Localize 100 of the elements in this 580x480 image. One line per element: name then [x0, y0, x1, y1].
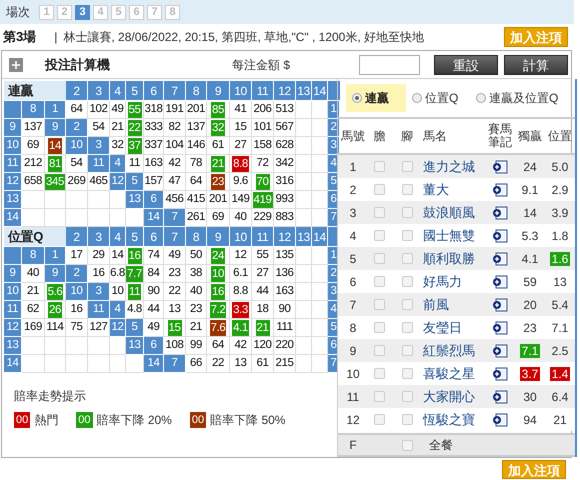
- odds-value[interactable]: 215: [276, 354, 294, 372]
- note-icon[interactable]: [492, 390, 508, 404]
- odds-value[interactable]: 17: [70, 246, 82, 264]
- odds-value[interactable]: 163: [276, 282, 294, 300]
- checkbox[interactable]: [402, 345, 412, 356]
- odds-value[interactable]: 567: [276, 118, 294, 136]
- odds-value[interactable]: 163: [144, 154, 162, 172]
- odds-value[interactable]: 99: [190, 336, 202, 354]
- checkbox[interactable]: [374, 299, 385, 310]
- checkbox[interactable]: [374, 253, 385, 264]
- odds-value[interactable]: 64: [70, 100, 82, 118]
- odds-value[interactable]: 15: [234, 118, 246, 136]
- checkbox[interactable]: [402, 253, 412, 264]
- odds-value[interactable]: 191: [166, 100, 184, 118]
- horse-name[interactable]: 紅鬃烈馬: [423, 342, 475, 358]
- odds-value[interactable]: 14: [112, 246, 124, 264]
- horse-name[interactable]: 進力之城: [423, 158, 475, 174]
- odds-value[interactable]: 42: [168, 154, 180, 172]
- note-icon[interactable]: [492, 182, 508, 196]
- odds-value[interactable]: 64: [212, 336, 224, 354]
- odds-value[interactable]: 18: [256, 300, 268, 318]
- odds-value[interactable]: 12: [234, 246, 246, 264]
- odds-value[interactable]: 169: [24, 318, 42, 336]
- checkbox[interactable]: [402, 391, 412, 402]
- odds-value[interactable]: 10: [112, 282, 124, 300]
- checkbox[interactable]: [402, 230, 412, 241]
- odds-value[interactable]: 4.8: [127, 300, 142, 318]
- odds-value[interactable]: 50: [190, 246, 202, 264]
- odds-value[interactable]: 49: [148, 318, 160, 336]
- odds-value[interactable]: 137: [187, 118, 205, 136]
- odds-value[interactable]: 101: [254, 118, 272, 136]
- checkbox[interactable]: [402, 440, 412, 450]
- odds-value[interactable]: 456: [166, 190, 184, 208]
- checkbox[interactable]: [374, 184, 385, 195]
- odds-value[interactable]: 513: [276, 100, 294, 118]
- horse-name[interactable]: 前風: [423, 296, 449, 312]
- checkbox[interactable]: [374, 345, 385, 356]
- note-icon[interactable]: [492, 320, 508, 334]
- horse-name[interactable]: 國士無雙: [423, 228, 475, 243]
- odds-value[interactable]: 13: [234, 354, 246, 372]
- odds-value[interactable]: 220: [276, 336, 294, 354]
- odds-value[interactable]: 8.8: [233, 282, 248, 300]
- horse-name[interactable]: 喜駿之星: [423, 366, 475, 381]
- odds-value[interactable]: 38: [190, 264, 202, 282]
- horse-name[interactable]: 恆駿之寶: [423, 412, 475, 427]
- odds-value[interactable]: 14: [48, 138, 62, 154]
- bet-type-radio[interactable]: 連贏: [346, 84, 406, 112]
- checkbox[interactable]: [374, 391, 385, 402]
- odds-value[interactable]: 78: [190, 154, 202, 172]
- note-icon[interactable]: [492, 206, 508, 220]
- odds-value[interactable]: 66: [190, 354, 202, 372]
- odds-value[interactable]: 9.6: [233, 172, 248, 190]
- odds-value[interactable]: 22: [212, 354, 224, 372]
- checkbox[interactable]: [374, 276, 385, 287]
- odds-value[interactable]: 157: [144, 172, 162, 190]
- checkbox[interactable]: [374, 207, 385, 218]
- odds-value[interactable]: 54: [70, 154, 82, 172]
- odds-value[interactable]: 3.3: [232, 302, 249, 318]
- odds-value[interactable]: 22: [168, 282, 180, 300]
- odds-value[interactable]: 333: [144, 118, 162, 136]
- checkbox[interactable]: [374, 161, 385, 172]
- amount-field[interactable]: [359, 54, 420, 74]
- checkbox[interactable]: [374, 230, 385, 241]
- horse-name[interactable]: 大家開心: [423, 388, 475, 404]
- note-icon[interactable]: [492, 298, 508, 312]
- checkbox[interactable]: [402, 184, 412, 195]
- odds-value[interactable]: 137: [24, 118, 42, 136]
- checkbox[interactable]: [402, 161, 412, 172]
- odds-value[interactable]: 47: [168, 172, 180, 190]
- horse-name[interactable]: 友瑩日: [423, 320, 462, 335]
- odds-value[interactable]: 16: [92, 264, 104, 282]
- odds-value[interactable]: 11: [128, 154, 140, 172]
- note-icon[interactable]: [492, 228, 508, 242]
- horse-name[interactable]: 鼓浪順風: [423, 204, 475, 220]
- odds-value[interactable]: 8.8: [232, 156, 249, 172]
- note-icon[interactable]: [492, 344, 508, 358]
- odds-value[interactable]: 21: [112, 118, 124, 136]
- odds-value[interactable]: 41: [234, 100, 246, 118]
- odds-value[interactable]: 69: [27, 136, 39, 154]
- note-icon[interactable]: [492, 160, 508, 174]
- checkbox[interactable]: [402, 276, 412, 287]
- odds-value[interactable]: 114: [46, 318, 64, 336]
- checkbox[interactable]: [402, 368, 412, 379]
- odds-value[interactable]: 13: [168, 300, 180, 318]
- odds-value[interactable]: 40: [27, 264, 39, 282]
- bet-type-radio[interactable]: 位置Q: [406, 84, 470, 112]
- odds-value[interactable]: 415: [187, 190, 205, 208]
- odds-value[interactable]: 40: [190, 282, 202, 300]
- odds-value[interactable]: 23: [211, 174, 225, 190]
- odds-value[interactable]: 316: [276, 172, 294, 190]
- expand-icon[interactable]: [9, 58, 23, 72]
- checkbox[interactable]: [402, 207, 412, 218]
- odds-value[interactable]: 206: [254, 100, 272, 118]
- odds-value[interactable]: 62: [27, 300, 39, 318]
- checkbox[interactable]: [374, 414, 385, 425]
- odds-value[interactable]: 82: [168, 118, 180, 136]
- odds-value[interactable]: 261: [187, 208, 205, 226]
- odds-value[interactable]: 6.8: [110, 264, 125, 282]
- odds-value[interactable]: 337: [144, 136, 162, 154]
- odds-value[interactable]: 23: [168, 264, 180, 282]
